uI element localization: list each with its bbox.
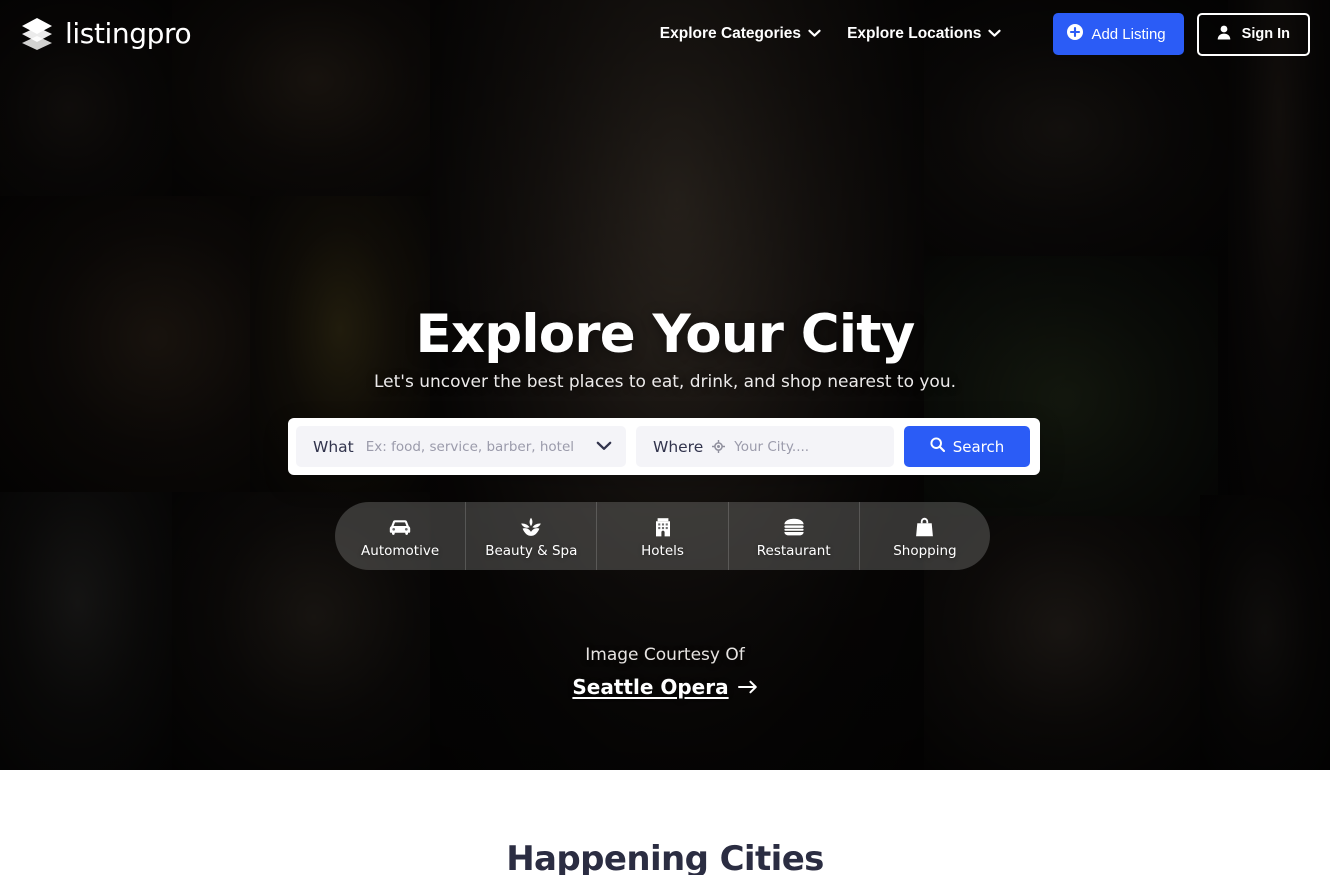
category-hotels[interactable]: Hotels [597,502,729,570]
category-label: Restaurant [756,543,831,559]
shopping-bag-icon [915,516,934,538]
search-icon [930,437,945,456]
brand-name: listingpro [65,17,192,50]
search-button-label: Search [952,437,1005,456]
car-icon [389,516,411,538]
what-input[interactable] [365,438,596,455]
arrow-right-icon [737,675,758,699]
where-field[interactable]: Where [636,426,894,467]
category-shopping[interactable]: Shopping [860,502,990,570]
image-credit-link[interactable]: Seattle Opera [572,675,757,699]
hero-content: Explore Your City Let's uncover the best… [0,0,1330,770]
nav-label: Explore Locations [847,25,982,42]
what-field[interactable]: What [296,426,626,467]
what-label: What [313,437,354,456]
hotel-building-icon [654,516,672,538]
hero-subtitle: Let's uncover the best places to eat, dr… [373,372,957,392]
brand-logo[interactable]: listingpro [18,16,192,52]
lotus-icon [520,516,542,538]
image-credit-prefix: Image Courtesy Of [585,645,745,665]
image-credit-link-label: Seattle Opera [572,675,729,699]
category-filter-bar: Automotive Beauty & Spa Hotels Restauran… [335,502,990,570]
category-restaurant[interactable]: Restaurant [729,502,860,570]
search-button[interactable]: Search [904,426,1030,467]
sign-in-label: Sign In [1241,26,1290,42]
category-label: Automotive [361,543,440,559]
layers-stack-icon [18,16,56,52]
burger-icon [783,516,805,538]
site-header: listingpro Explore Categories Explore Lo… [0,0,1330,68]
chevron-down-icon [808,25,821,43]
chevron-down-icon [988,25,1002,43]
category-label: Shopping [893,543,957,559]
chevron-down-icon[interactable] [596,438,612,456]
header-actions: Add Listing Sign In [1053,12,1310,56]
sign-in-button[interactable]: Sign In [1196,12,1310,56]
user-icon [1217,25,1231,44]
category-label: Hotels [641,543,684,559]
nav-explore-locations[interactable]: Explore Locations [847,25,1002,43]
where-label: Where [653,437,704,456]
add-listing-label: Add Listing [1091,25,1166,43]
category-label: Beauty & Spa [485,543,578,559]
location-crosshair-icon[interactable] [712,440,726,453]
plus-circle-icon [1067,24,1084,44]
nav-explore-categories[interactable]: Explore Categories [660,25,821,43]
hero-search-bar: What Where [288,418,1040,475]
section-title: Happening Cities [506,839,824,875]
where-input[interactable] [734,438,880,455]
category-automotive[interactable]: Automotive [335,502,467,570]
nav-label: Explore Categories [659,25,802,42]
add-listing-button[interactable]: Add Listing [1053,13,1184,55]
happening-cities-section: Happening Cities [0,770,1330,875]
hero-section: listingpro Explore Categories Explore Lo… [0,0,1330,770]
hero-title: Explore Your City [415,304,915,365]
category-beauty-spa[interactable]: Beauty & Spa [466,502,598,570]
image-credit: Image Courtesy Of Seattle Opera [0,645,1330,699]
main-navigation: Explore Categories Explore Locations [660,25,1002,43]
